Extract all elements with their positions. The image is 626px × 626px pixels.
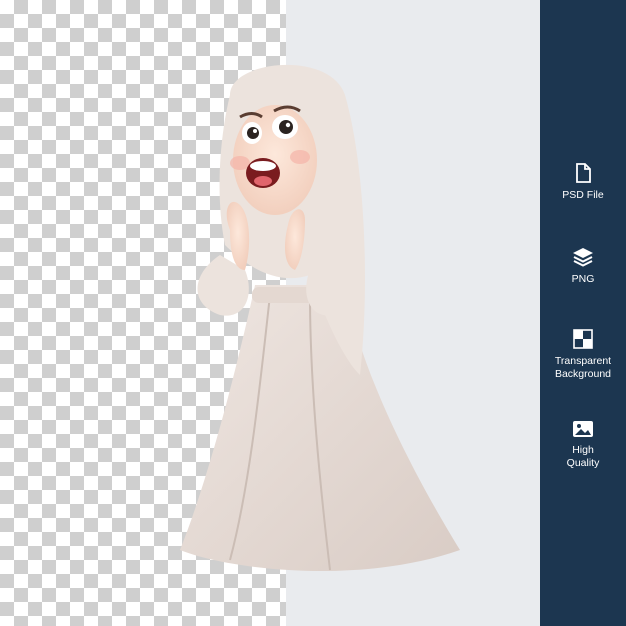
hijab-girl-illustration: [180, 64, 460, 571]
feature-label: PNG: [571, 273, 595, 285]
transparency-icon: [573, 329, 593, 349]
layers-icon: [573, 248, 593, 267]
feature-transparent-background: Transparent Background: [540, 329, 626, 381]
feature-label: PSD File: [562, 189, 604, 201]
feature-label: Transparent Background: [554, 355, 612, 380]
image-icon: [573, 421, 593, 437]
feature-label: High Quality: [566, 444, 600, 469]
feature-high-quality: High Quality: [540, 420, 626, 470]
feature-png: PNG: [540, 247, 626, 286]
feature-psd-file: PSD File: [540, 163, 626, 202]
feature-sidebar: PSD File PNG Transparent Background High…: [540, 0, 626, 626]
file-icon: [576, 163, 591, 183]
